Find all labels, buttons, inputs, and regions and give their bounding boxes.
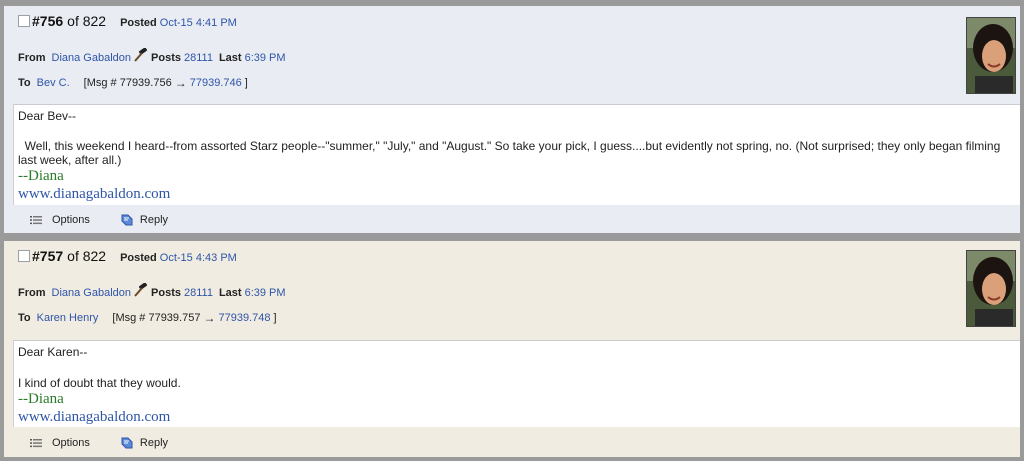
message-body: Dear Karen-- I kind of doubt that they w… xyxy=(13,340,1020,427)
message-text-content: Well, this weekend I heard--from assorte… xyxy=(18,139,1001,167)
options-button[interactable]: Options xyxy=(52,214,90,226)
post-number: #757 xyxy=(32,248,64,264)
author-link[interactable]: Diana Gabaldon xyxy=(52,52,132,64)
reply-button[interactable]: Reply xyxy=(140,437,168,449)
parent-message-link[interactable]: 77939.748 xyxy=(218,312,270,324)
last-time-link[interactable]: 6:39 PM xyxy=(245,52,286,64)
message-greeting: Dear Bev-- xyxy=(18,109,77,123)
posts-label: Posts xyxy=(151,287,181,299)
post-number: #756 xyxy=(32,13,64,29)
posts-count-link[interactable]: 28111 xyxy=(184,52,213,64)
options-list-icon[interactable] xyxy=(30,215,42,225)
recipient-link[interactable]: Bev C. xyxy=(37,77,70,89)
options-list-icon[interactable] xyxy=(30,438,42,448)
options-button[interactable]: Options xyxy=(52,437,90,449)
parent-message-link[interactable]: 77939.746 xyxy=(190,77,242,89)
message-post: #757 of 822 Posted Oct-15 4:43 PM From D… xyxy=(4,241,1020,457)
reply-icon[interactable] xyxy=(120,436,134,450)
posted-label: Posted xyxy=(120,17,157,29)
message-reference-end: ] xyxy=(273,312,277,324)
author-avatar[interactable] xyxy=(966,250,1016,327)
posts-count-link[interactable]: 28111 xyxy=(184,287,213,299)
to-label: To xyxy=(18,312,31,324)
last-label: Last xyxy=(218,52,242,64)
gavel-icon xyxy=(133,47,149,62)
author-avatar[interactable] xyxy=(966,17,1016,94)
message-body: Dear Bev-- Well, this weekend I heard--f… xyxy=(13,104,1020,205)
message-text: Well, this weekend I heard--from assorte… xyxy=(18,139,1012,167)
select-checkbox[interactable] xyxy=(18,250,30,262)
recipient-link[interactable]: Karen Henry xyxy=(37,312,99,324)
message-greeting: Dear Karen-- xyxy=(18,345,88,359)
message-reference: [Msg # 77939.756 xyxy=(83,77,172,89)
gavel-icon xyxy=(133,282,149,297)
arrow-right-icon: → xyxy=(174,76,187,90)
from-label: From xyxy=(18,287,46,299)
signature-website: www.dianagabaldon.com xyxy=(18,186,171,202)
post-actions: Options Reply xyxy=(30,213,168,227)
signature-name: --Diana xyxy=(18,391,64,407)
reply-button[interactable]: Reply xyxy=(140,214,168,226)
signature-name: --Diana xyxy=(18,168,64,184)
select-checkbox[interactable] xyxy=(18,15,30,27)
to-label: To xyxy=(18,77,31,89)
last-time-link[interactable]: 6:39 PM xyxy=(245,287,286,299)
author-link[interactable]: Diana Gabaldon xyxy=(52,287,132,299)
from-label: From xyxy=(18,52,46,64)
post-header: #757 of 822 Posted Oct-15 4:43 PM From D… xyxy=(4,241,1020,339)
message-reference-end: ] xyxy=(244,77,248,89)
message-text-content: I kind of doubt that they would. xyxy=(18,376,181,390)
message-post: #756 of 822 Posted Oct-15 4:41 PM From D… xyxy=(4,6,1020,233)
arrow-right-icon: → xyxy=(203,311,216,325)
signature-website: www.dianagabaldon.com xyxy=(18,409,171,425)
posts-label: Posts xyxy=(151,52,181,64)
post-actions: Options Reply xyxy=(30,436,168,450)
message-text: I kind of doubt that they would. xyxy=(18,376,1012,390)
posted-label: Posted xyxy=(120,252,157,264)
posted-time-link[interactable]: Oct-15 4:43 PM xyxy=(160,252,237,264)
post-of-total: of 822 xyxy=(67,248,107,264)
last-label: Last xyxy=(218,287,242,299)
post-of-total: of 822 xyxy=(67,13,107,29)
reply-icon[interactable] xyxy=(120,213,134,227)
post-header: #756 of 822 Posted Oct-15 4:41 PM From D… xyxy=(4,6,1020,104)
message-reference: [Msg # 77939.757 xyxy=(112,312,201,324)
posted-time-link[interactable]: Oct-15 4:41 PM xyxy=(160,17,237,29)
